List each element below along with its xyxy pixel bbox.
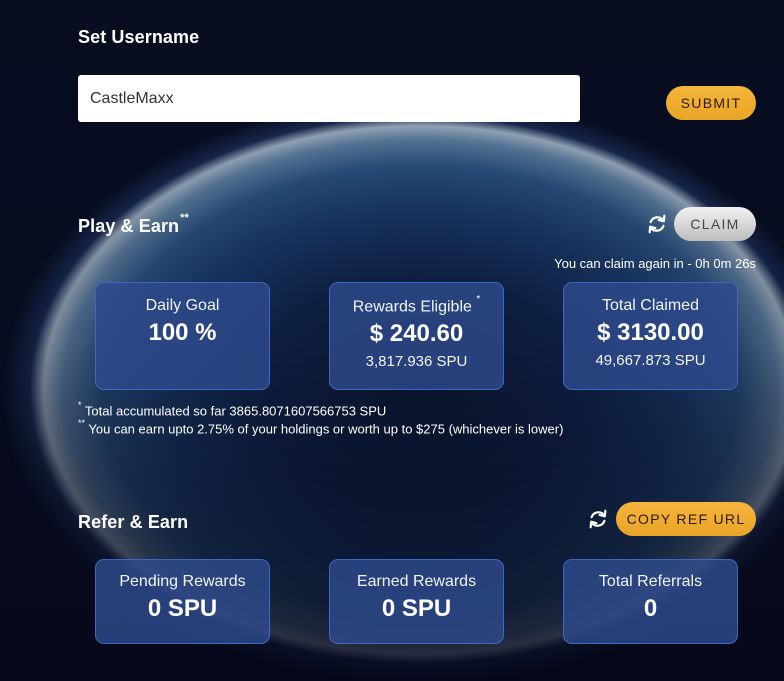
earned-rewards-card: Earned Rewards 0 SPU xyxy=(329,559,504,644)
earned-rewards-label: Earned Rewards xyxy=(356,573,477,590)
rewards-eligible-card: Rewards Eligible * $ 240.60 3,817.936 SP… xyxy=(329,282,504,390)
rewards-eligible-mark: * xyxy=(476,294,481,305)
play-earn-title-text: Play & Earn xyxy=(78,216,180,236)
refer-earn-title-text: Refer & Earn xyxy=(78,512,189,532)
footnote-mark: * xyxy=(78,400,82,410)
set-username-title-text: Set Username xyxy=(78,27,200,47)
total-claimed-card: Total Claimed $ 3130.00 49,667.873 SPU xyxy=(563,282,738,390)
footnote-mark: ** xyxy=(78,418,86,428)
pending-rewards-label: Pending Rewards xyxy=(119,573,246,590)
total-referrals-card: Total Referrals 0 xyxy=(563,559,738,644)
rewards-eligible-spu: 3,817.936 SPU xyxy=(365,353,468,371)
earned-rewards-value: 0 SPU xyxy=(381,595,452,622)
submit-button[interactable]: SUBMIT xyxy=(666,86,756,120)
footnote-earn-limit: ** You can earn upto 2.75% of your holdi… xyxy=(78,418,564,437)
play-earn-title: Play & Earn** xyxy=(78,212,189,237)
daily-goal-value: 100 % xyxy=(148,319,217,346)
total-claimed-usd: $ 3130.00 xyxy=(597,319,704,346)
claim-countdown: You can claim again in - 0h 0m 26s xyxy=(554,256,756,271)
refresh-icon[interactable] xyxy=(587,508,609,530)
total-referrals-label: Total Referrals xyxy=(598,573,703,590)
play-earn-title-mark: ** xyxy=(180,212,189,224)
footnote-text: Total accumulated so far 3865.8071607566… xyxy=(84,403,387,419)
footnote-text: You can earn upto 2.75% of your holdings… xyxy=(88,421,564,437)
daily-goal-label: Daily Goal xyxy=(145,297,220,314)
pending-rewards-card: Pending Rewards 0 SPU xyxy=(95,559,270,644)
username-input[interactable] xyxy=(78,75,580,122)
copy-ref-url-button[interactable]: COPY REF URL xyxy=(616,502,756,536)
claim-button[interactable]: CLAIM xyxy=(674,207,756,241)
pending-rewards-value: 0 SPU xyxy=(147,595,218,622)
total-referrals-value: 0 xyxy=(643,595,658,622)
footnote-total-accumulated: * Total accumulated so far 3865.80716075… xyxy=(78,400,387,419)
refresh-icon[interactable] xyxy=(646,213,668,235)
total-claimed-label: Total Claimed xyxy=(602,297,699,314)
refer-earn-title: Refer & Earn xyxy=(78,512,188,533)
total-claimed-spu: 49,667.873 SPU xyxy=(595,352,706,369)
rewards-panel: Set Username SUBMIT Play & Earn** CLAIM … xyxy=(0,0,784,681)
rewards-eligible-usd: $ 240.60 xyxy=(369,320,464,348)
set-username-title: Set Username xyxy=(78,27,199,48)
daily-goal-card: Daily Goal 100 % xyxy=(95,282,270,390)
rewards-eligible-label: Rewards Eligible xyxy=(352,298,472,316)
rewards-eligible-label-wrap: Rewards Eligible * xyxy=(330,294,503,316)
